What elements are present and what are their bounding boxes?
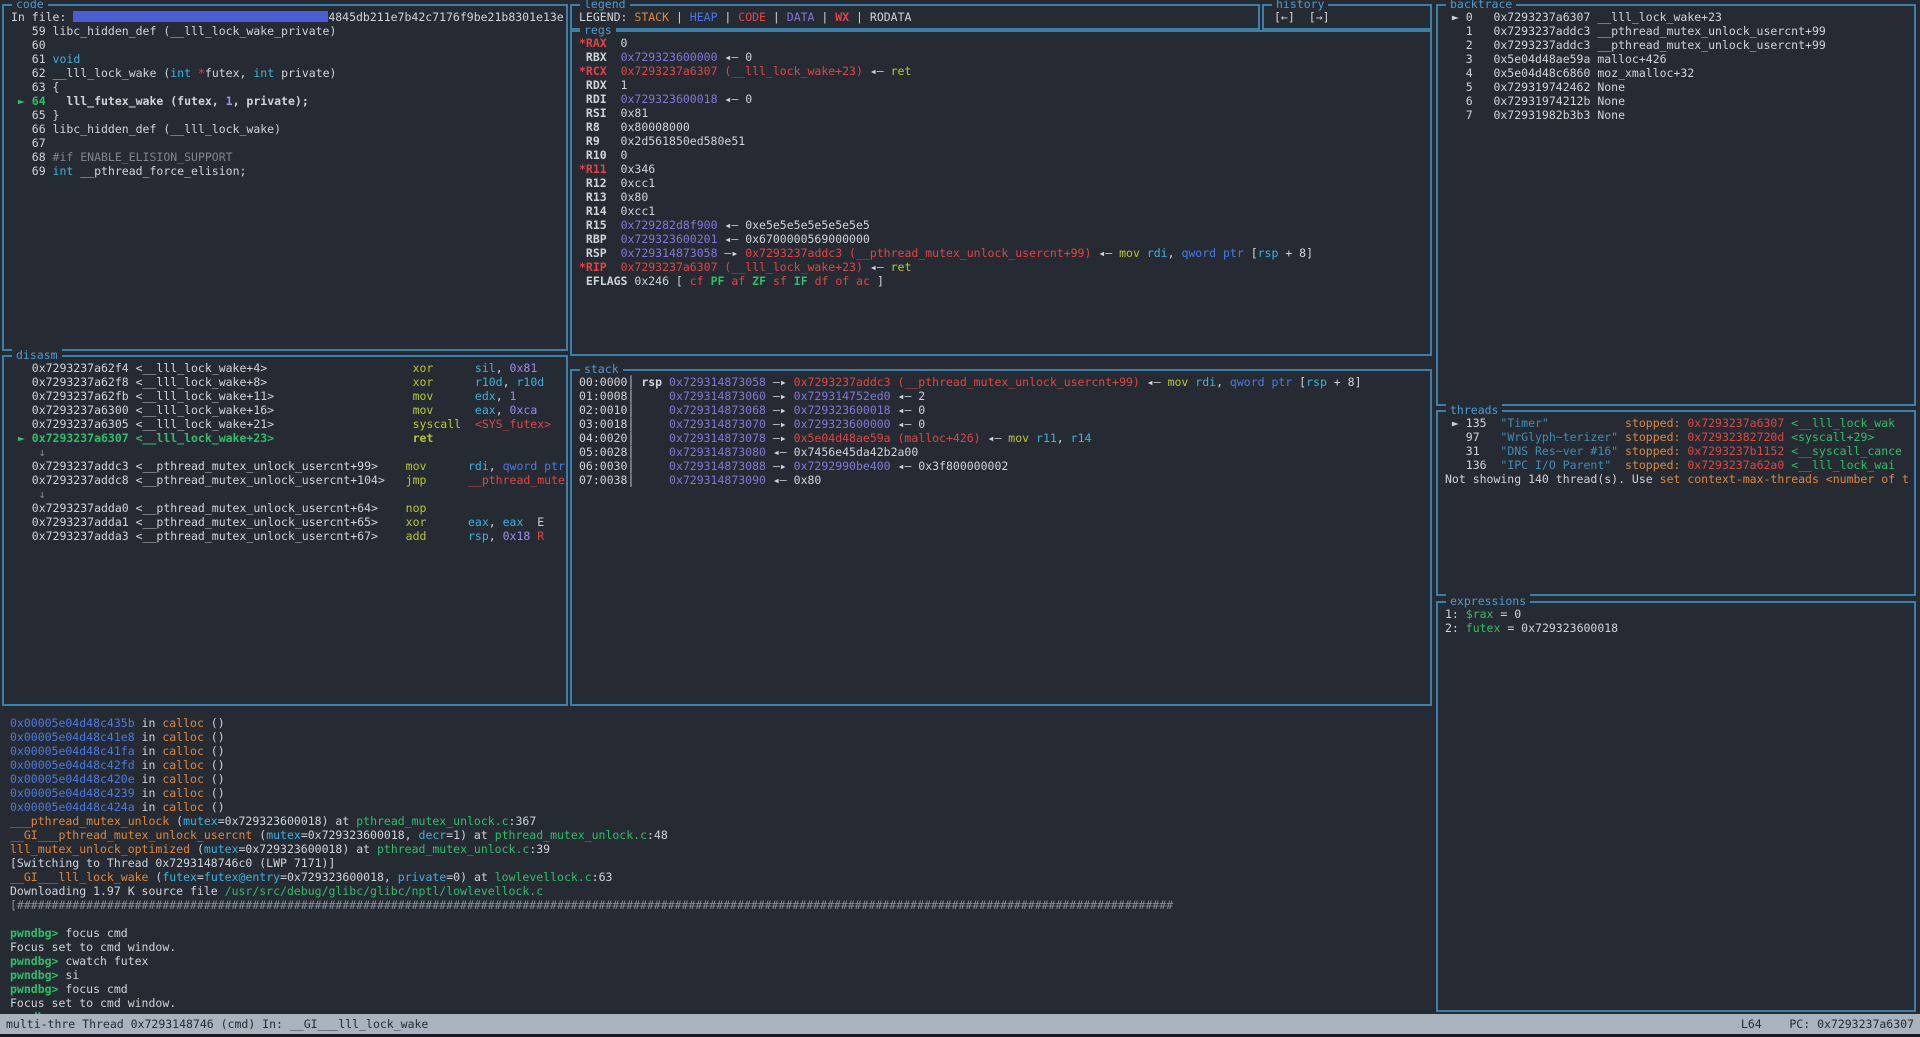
backtrace-view[interactable]: ► 0 0x7293237a6307 __lll_lock_wake+23 1 …	[1438, 6, 1914, 404]
legend-panel: legend LEGEND: STACK | HEAP | CODE | DAT…	[570, 4, 1260, 30]
backtrace-panel-title: backtrace	[1446, 0, 1516, 11]
status-bar-right: L64 PC: 0x7293237a6307	[1741, 1014, 1914, 1034]
backtrace-panel: backtrace ► 0 0x7293237a6307 __lll_lock_…	[1436, 4, 1916, 406]
stack-panel: stack 00:0000│ rsp 0x729314873058 —▸ 0x7…	[570, 369, 1432, 706]
status-bar: multi-thre Thread 0x7293148746 (cmd) In:…	[0, 1014, 1920, 1034]
stack-panel-title: stack	[580, 362, 623, 376]
disassembly-panel: disasm 0x7293237a62f4 <__lll_lock_wake+4…	[2, 355, 568, 706]
history-forward-button[interactable]: [→]	[1309, 10, 1330, 24]
legend-panel-title: legend	[580, 0, 630, 11]
threads-panel: threads ► 135 "Timer" stopped: 0x7293237…	[1436, 410, 1916, 596]
threads-panel-title: threads	[1446, 403, 1502, 417]
history-back-button[interactable]: [←]	[1274, 10, 1295, 24]
expressions-panel-title: expressions	[1446, 594, 1530, 608]
disassembly-view[interactable]: 0x7293237a62f4 <__lll_lock_wake+4> xor s…	[4, 357, 566, 704]
gdb-command-console[interactable]: 0x00005e04d48c435b in calloc ()0x00005e0…	[3, 712, 1917, 1014]
code-panel-title: code	[12, 0, 48, 11]
code-panel: code In file: 4845db211e7b42c7176f9be21b…	[2, 4, 568, 351]
registers-view: *RAX 0 RBX 0x729323600000 ◂— 0*RCX 0x729…	[572, 32, 1430, 354]
legend-content: LEGEND: STACK | HEAP | CODE | DATA | WX …	[572, 6, 1258, 28]
registers-panel: regs *RAX 0 RBX 0x729323600000 ◂— 0*RCX …	[570, 30, 1432, 356]
history-panel-title: history	[1272, 0, 1328, 11]
threads-view[interactable]: ► 135 "Timer" stopped: 0x7293237a6307 <_…	[1438, 412, 1914, 594]
stack-view: 00:0000│ rsp 0x729314873058 —▸ 0x7293237…	[572, 371, 1430, 704]
disassembly-panel-title: disasm	[12, 348, 62, 362]
source-code-view[interactable]: In file: 4845db211e7b42c7176f9be21b8301e…	[4, 6, 566, 349]
status-bar-left: multi-thre Thread 0x7293148746 (cmd) In:…	[6, 1014, 428, 1034]
registers-panel-title: regs	[580, 23, 616, 37]
history-panel: history [←] [→]	[1262, 4, 1432, 30]
